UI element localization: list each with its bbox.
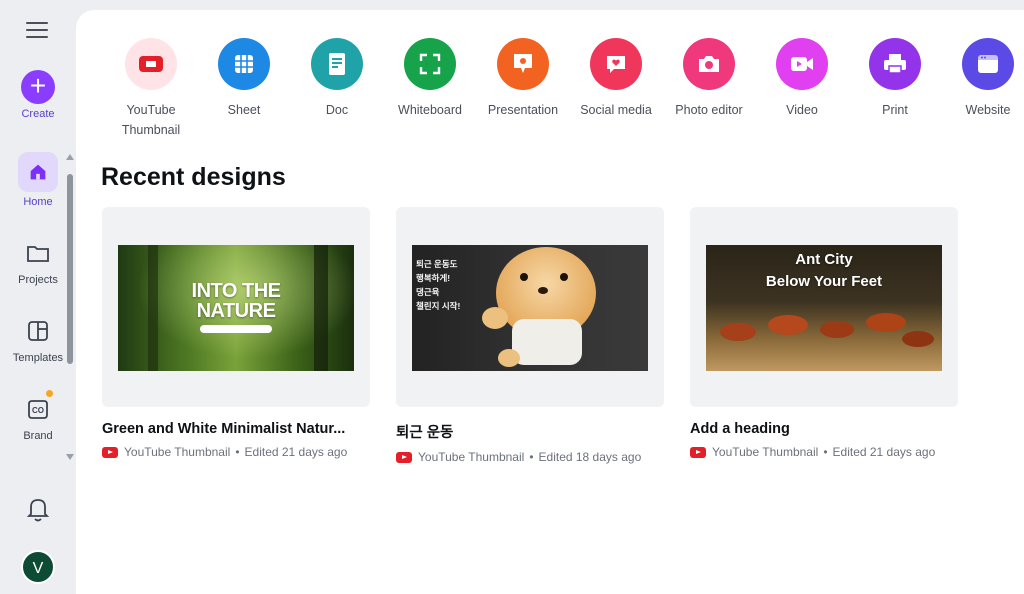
design-type-whiteboard[interactable]: Whiteboard — [383, 38, 477, 120]
design-type-label: Doc — [325, 103, 349, 117]
ant-shape — [866, 313, 906, 332]
meta-separator: • — [235, 445, 240, 459]
design-thumbnail-frame: Ant City Below Your Feet — [690, 207, 958, 407]
scroll-down-icon[interactable] — [66, 454, 74, 460]
social-media-icon — [590, 38, 642, 90]
youtube-icon — [690, 446, 706, 458]
recent-design-card[interactable]: Ant City Below Your Feet Add a heading Y… — [690, 207, 958, 459]
youtube-thumbnail-icon — [125, 38, 177, 90]
thumbnail-text: INTO THE NATURE — [191, 280, 281, 322]
sidebar-scrollbar[interactable] — [66, 154, 74, 464]
sidebar-item-label: Home — [23, 196, 53, 208]
sidebar-item-brand[interactable]: CO Brand — [0, 390, 76, 442]
ant-shape — [820, 321, 854, 338]
design-thumbnail-frame: 퇴근 운동도 행복하게! 댕근육 챌린지 시작! — [396, 207, 664, 407]
thumbnail-pill-decoration — [200, 325, 272, 333]
ant-shape — [902, 331, 934, 347]
sidebar-item-projects[interactable]: Projects — [0, 236, 76, 286]
home-icon — [18, 152, 58, 192]
design-type-social-media[interactable]: Social media — [569, 38, 663, 120]
plus-icon: + — [21, 70, 55, 104]
meta-separator: • — [529, 450, 534, 464]
ant-shape — [768, 315, 808, 335]
design-thumbnail-frame: INTO THE NATURE — [102, 207, 370, 407]
sidebar-item-label: Templates — [12, 352, 64, 364]
design-type-label: Video — [786, 103, 818, 117]
design-type-sheet[interactable]: Sheet — [197, 38, 291, 120]
whiteboard-icon — [404, 38, 456, 90]
design-type-label: YouTube Thumbnail — [121, 103, 181, 137]
design-title: 퇴근 운동 — [396, 425, 454, 441]
design-type-label: Whiteboard — [398, 103, 462, 117]
create-label: Create — [21, 108, 55, 120]
design-type-video[interactable]: Video — [755, 38, 849, 120]
design-type-label: Presentation — [487, 103, 559, 117]
design-meta: YouTube Thumbnail • Edited 21 days ago — [102, 445, 370, 459]
design-thumbnail-image: Ant City Below Your Feet — [706, 245, 942, 371]
puppy-shirt — [512, 319, 582, 365]
sidebar-item-home[interactable]: Home — [0, 152, 76, 208]
design-type-youtube-thumbnail[interactable]: YouTube Thumbnail — [104, 38, 198, 140]
youtube-icon — [396, 451, 412, 463]
design-type-doc[interactable]: Doc — [290, 38, 384, 120]
brand-icon: CO — [18, 390, 58, 426]
thumbnail-text: 퇴근 운동도 행복하게! 댕근육 챌린지 시작! — [416, 259, 461, 311]
design-thumbnail-image: 퇴근 운동도 행복하게! 댕근육 챌린지 시작! — [412, 245, 648, 371]
recent-design-card[interactable]: 퇴근 운동도 행복하게! 댕근육 챌린지 시작! 퇴근 운동 YouTube T… — [396, 207, 664, 464]
sidebar: + Create Home Projects Templates CO Bran… — [0, 0, 76, 594]
section-title-recent-designs: Recent designs — [101, 163, 286, 191]
design-type-print[interactable]: Print — [848, 38, 942, 120]
doc-icon — [311, 38, 363, 90]
sidebar-item-templates[interactable]: Templates — [0, 314, 76, 364]
design-type: YouTube Thumbnail — [712, 445, 819, 459]
design-type-label: Photo editor — [675, 103, 743, 117]
design-type-label: Website — [965, 103, 1011, 117]
design-type-website[interactable]: Website — [941, 38, 1024, 120]
menu-icon[interactable] — [26, 22, 48, 40]
photo-editor-icon — [683, 38, 735, 90]
design-thumbnail-image: INTO THE NATURE — [118, 245, 354, 371]
scroll-up-icon[interactable] — [66, 154, 74, 160]
video-icon — [776, 38, 828, 90]
templates-icon — [18, 314, 58, 348]
recent-design-card[interactable]: INTO THE NATURE Green and White Minimali… — [102, 207, 370, 459]
folder-icon — [18, 236, 58, 270]
design-type: YouTube Thumbnail — [418, 450, 525, 464]
avatar[interactable]: V — [21, 550, 55, 584]
sidebar-item-label: Brand — [23, 430, 53, 442]
print-icon — [869, 38, 921, 90]
create-button[interactable]: + Create — [0, 70, 76, 120]
meta-separator: • — [823, 445, 828, 459]
design-title: Add a heading — [690, 421, 790, 437]
design-edited: Edited 18 days ago — [538, 450, 642, 464]
website-icon — [962, 38, 1014, 90]
design-type-label: Social media — [580, 103, 652, 117]
design-title: Green and White Minimalist Natur... — [102, 421, 346, 437]
bell-icon[interactable] — [24, 494, 52, 524]
design-meta: YouTube Thumbnail • Edited 21 days ago — [690, 445, 958, 459]
design-meta: YouTube Thumbnail • Edited 18 days ago — [396, 450, 664, 464]
design-type: YouTube Thumbnail — [124, 445, 231, 459]
design-type-presentation[interactable]: Presentation — [476, 38, 570, 120]
presentation-icon — [497, 38, 549, 90]
design-edited: Edited 21 days ago — [244, 445, 348, 459]
thumbnail-text: Ant City Below Your Feet — [765, 251, 883, 290]
main-panel: YouTube Thumbnail Sheet Doc Whiteboard P — [76, 10, 1024, 594]
svg-text:CO: CO — [32, 406, 44, 415]
scrollbar-thumb[interactable] — [67, 174, 73, 364]
crown-badge-icon — [46, 390, 53, 397]
sheet-icon — [218, 38, 270, 90]
youtube-icon — [102, 446, 118, 458]
sidebar-item-label: Projects — [18, 274, 58, 286]
design-edited: Edited 21 days ago — [832, 445, 936, 459]
design-type-label: Print — [882, 103, 908, 117]
design-type-photo-editor[interactable]: Photo editor — [662, 38, 756, 120]
design-type-label: Sheet — [227, 103, 261, 117]
ant-shape — [720, 323, 756, 341]
